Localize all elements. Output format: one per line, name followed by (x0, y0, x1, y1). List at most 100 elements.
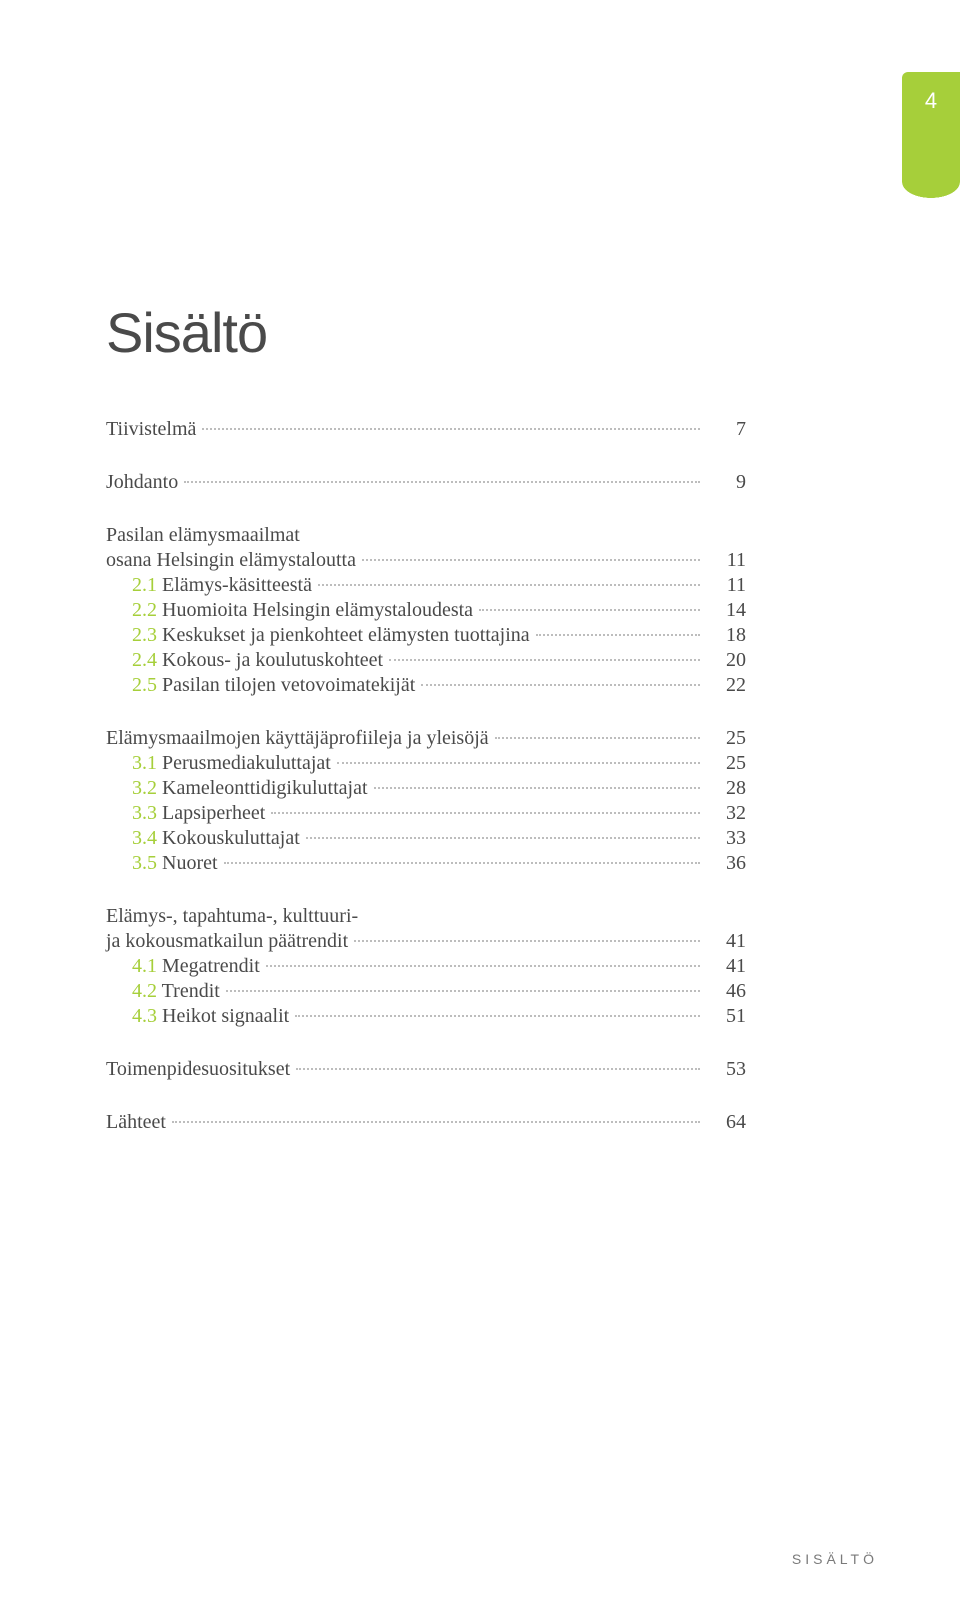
toc-text: Kokouskuluttajat (157, 827, 300, 849)
toc-label: Lähteet (106, 1110, 166, 1135)
toc-dots (536, 634, 700, 636)
toc-dots (421, 684, 700, 686)
toc-page: 41 (706, 929, 746, 954)
toc-dots (374, 787, 700, 789)
toc-dots (354, 940, 700, 942)
toc-entry-3-5: 3.5 Nuoret 36 (106, 851, 746, 876)
toc-label: 2.5 Pasilan tilojen vetovoimatekijät (106, 673, 415, 698)
toc-label: 3.4 Kokouskuluttajat (106, 826, 300, 851)
footer-section-label: SISÄLTÖ (792, 1551, 878, 1567)
toc-entry-3-4: 3.4 Kokouskuluttajat 33 (106, 826, 746, 851)
toc-label: 3.3 Lapsiperheet (106, 801, 265, 826)
page-marker-ribbon: 4 (902, 72, 960, 182)
toc-label: 4.3 Heikot signaalit (106, 1004, 289, 1029)
toc-page: 22 (706, 673, 746, 698)
toc-page: 9 (706, 470, 746, 495)
toc-num: 3.4 (132, 827, 157, 849)
toc-entry-lahteet: Lähteet 64 (106, 1110, 746, 1135)
toc-dots (337, 762, 700, 764)
toc-section4-heading-line2: ja kokousmatkailun päätrendit 41 (106, 929, 746, 954)
toc-dots (226, 990, 700, 992)
toc-entry-3-2: 3.2 Kameleonttidigikuluttajat 28 (106, 776, 746, 801)
toc-label: Tiivistelmä (106, 417, 196, 442)
toc-page: 14 (706, 598, 746, 623)
toc-text: Nuoret (157, 852, 218, 874)
toc-label: 4.1 Megatrendit (106, 954, 260, 979)
table-of-contents: Tiivistelmä 7 Johdanto 9 Pasilan elämysm… (106, 417, 746, 1135)
toc-page: 18 (706, 623, 746, 648)
toc-section3-heading: Elämysmaailmojen käyttäjäprofiileja ja y… (106, 726, 746, 751)
toc-page: 41 (706, 954, 746, 979)
toc-label: Toimenpidesuositukset (106, 1057, 290, 1082)
toc-page: 20 (706, 648, 746, 673)
toc-page: 25 (706, 726, 746, 751)
toc-dots (184, 481, 700, 483)
toc-page: 33 (706, 826, 746, 851)
toc-dots (318, 584, 700, 586)
toc-label: 3.5 Nuoret (106, 851, 218, 876)
toc-text: Lapsiperheet (157, 802, 265, 824)
content-container: Sisältö Tiivistelmä 7 Johdanto 9 Pasilan… (106, 300, 746, 1135)
toc-section2-heading-line2: osana Helsingin elämystaloutta 11 (106, 548, 746, 573)
toc-entry-johdanto: Johdanto 9 (106, 470, 746, 495)
toc-num: 2.2 (132, 599, 157, 621)
toc-dots (266, 965, 700, 967)
toc-dots (296, 1068, 700, 1070)
toc-num: 2.5 (132, 674, 157, 696)
toc-text: Perusmediakuluttajat (157, 752, 331, 774)
toc-entry-2-1: 2.1 Elämys-käsitteestä 11 (106, 573, 746, 598)
toc-section4-heading-line1: Elämys-, tapahtuma-, kulttuuri- (106, 904, 746, 929)
toc-entry-2-2: 2.2 Huomioita Helsingin elämystaloudesta… (106, 598, 746, 623)
toc-entry-4-3: 4.3 Heikot signaalit 51 (106, 1004, 746, 1029)
toc-entry-2-4: 2.4 Kokous- ja koulutuskohteet 20 (106, 648, 746, 673)
toc-dots (362, 559, 700, 561)
toc-page: 36 (706, 851, 746, 876)
toc-entry-4-1: 4.1 Megatrendit 41 (106, 954, 746, 979)
toc-dots (479, 609, 700, 611)
toc-dots (295, 1015, 700, 1017)
toc-page: 11 (706, 548, 746, 573)
toc-num: 3.1 (132, 752, 157, 774)
toc-page: 64 (706, 1110, 746, 1135)
toc-page: 7 (706, 417, 746, 442)
toc-text: Pasilan tilojen vetovoimatekijät (157, 674, 415, 696)
toc-entry-toimen: Toimenpidesuositukset 53 (106, 1057, 746, 1082)
toc-num: 3.5 (132, 852, 157, 874)
toc-entry-3-3: 3.3 Lapsiperheet 32 (106, 801, 746, 826)
toc-text: Megatrendit (157, 955, 260, 977)
toc-page: 46 (706, 979, 746, 1004)
toc-num: 4.3 (132, 1005, 157, 1027)
toc-dots (172, 1121, 700, 1123)
toc-num: 3.2 (132, 777, 157, 799)
toc-num: 3.3 (132, 802, 157, 824)
toc-label: 2.2 Huomioita Helsingin elämystaloudesta (106, 598, 473, 623)
toc-dots (202, 428, 700, 430)
toc-text: Trendit (157, 980, 220, 1002)
toc-text: Kameleonttidigikuluttajat (157, 777, 368, 799)
toc-entry-2-3: 2.3 Keskukset ja pienkohteet elämysten t… (106, 623, 746, 648)
toc-page: 28 (706, 776, 746, 801)
toc-entry-4-2: 4.2 Trendit 46 (106, 979, 746, 1004)
toc-page: 25 (706, 751, 746, 776)
toc-entry-2-5: 2.5 Pasilan tilojen vetovoimatekijät 22 (106, 673, 746, 698)
toc-page: 53 (706, 1057, 746, 1082)
toc-label: 2.1 Elämys-käsitteestä (106, 573, 312, 598)
toc-page: 32 (706, 801, 746, 826)
toc-label: 3.2 Kameleonttidigikuluttajat (106, 776, 368, 801)
toc-text: Huomioita Helsingin elämystaloudesta (157, 599, 473, 621)
toc-dots (389, 659, 700, 661)
toc-section2-heading-line1: Pasilan elämysmaailmat (106, 523, 746, 548)
page-number: 4 (902, 88, 960, 114)
toc-text: Keskukset ja pienkohteet elämysten tuott… (157, 624, 530, 646)
toc-num: 4.1 (132, 955, 157, 977)
toc-num: 4.2 (132, 980, 157, 1002)
toc-label: 3.1 Perusmediakuluttajat (106, 751, 331, 776)
toc-label: osana Helsingin elämystaloutta (106, 548, 356, 573)
toc-page: 51 (706, 1004, 746, 1029)
toc-num: 2.4 (132, 649, 157, 671)
toc-label: ja kokousmatkailun päätrendit (106, 929, 348, 954)
toc-label: 2.4 Kokous- ja koulutuskohteet (106, 648, 383, 673)
toc-label: 4.2 Trendit (106, 979, 220, 1004)
toc-label: 2.3 Keskukset ja pienkohteet elämysten t… (106, 623, 530, 648)
toc-dots (271, 812, 700, 814)
